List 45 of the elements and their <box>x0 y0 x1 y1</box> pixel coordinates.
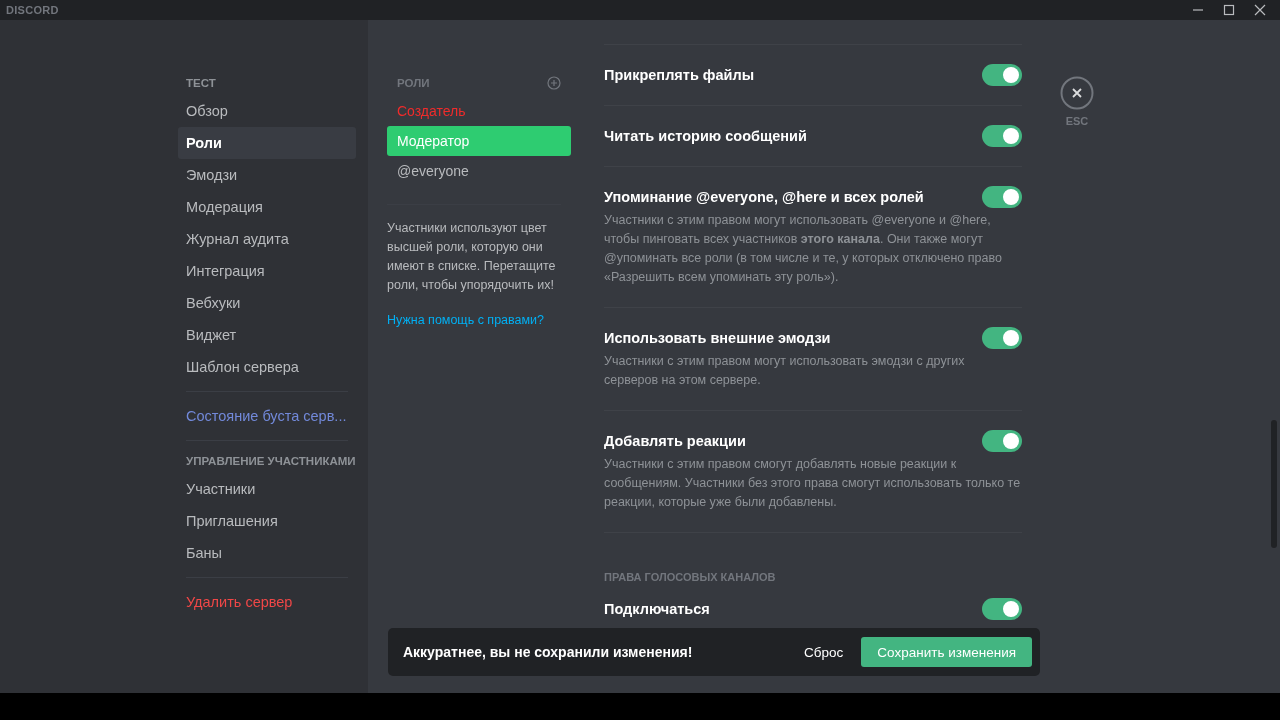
roles-header: РОЛИ <box>397 77 430 89</box>
maximize-icon[interactable] <box>1223 4 1235 16</box>
permission-title: Читать историю сообщений <box>604 128 807 144</box>
esc-label: ESC <box>1065 115 1089 127</box>
permission-description: Участники с этим правом могут использовать эмодзи с других серверов на этом сервере. <box>604 353 966 389</box>
sidebar-item[interactable]: Журнал аудита <box>178 223 356 255</box>
toggle-switch[interactable] <box>982 430 1022 452</box>
help-link[interactable]: Нужна помощь с правами? <box>387 311 545 330</box>
toggle-switch[interactable] <box>982 125 1022 147</box>
sidebar-item[interactable]: Шаблон сервера <box>178 351 356 383</box>
permission-title: Добавлять реакции <box>604 433 746 449</box>
close-icon[interactable] <box>1254 4 1266 16</box>
sidebar-item[interactable]: Роли <box>178 127 356 159</box>
reset-button[interactable]: Сброс <box>792 638 856 666</box>
permission-description: Участники с этим правом смогут добавлять новые реакции к сообщениям. Участники без этого права смогут использовать только те реакции, которые уже были добавлены. <box>604 456 1022 511</box>
sidebar-item[interactable]: Участники <box>178 473 356 505</box>
unsaved-message: Аккуратнее, вы не сохранили изменения! <box>403 644 694 660</box>
window-title: DISCORD <box>6 4 59 16</box>
section-header: УПРАВЛЕНИЕ УЧАСТНИКАМИ <box>185 454 356 469</box>
section-header: ПРАВА ГОЛОСОВЫХ КАНАЛОВ <box>604 532 1022 599</box>
sidebar-item[interactable]: Вебхуки <box>178 287 356 319</box>
toggle-switch[interactable] <box>982 186 1022 208</box>
sidebar-item[interactable]: Виджет <box>178 319 356 351</box>
sidebar-item[interactable]: Обзор <box>178 95 356 127</box>
sidebar-item[interactable]: Модерация <box>178 191 356 223</box>
sidebar-item[interactable]: Состояние буста серв... <box>178 400 356 432</box>
sidebar-item[interactable]: Баны <box>178 537 356 569</box>
sidebar-item[interactable]: Приглашения <box>178 505 356 537</box>
toggle-switch[interactable] <box>982 598 1022 620</box>
permission-description: Участники с этим правом могут использовать @everyone и @here, чтобы пинговать всех участников этого канала. Они также могут @упоминать все роли (в том числе и те, у которых отключено право «Разрешить всем упоминать эту роль»). <box>604 212 1003 286</box>
sidebar-item[interactable]: Интеграция <box>178 255 356 287</box>
role-item[interactable]: @everyone <box>387 156 571 186</box>
permission-title: Подключаться <box>604 601 710 617</box>
section-header: ТЕСТ <box>185 76 217 91</box>
close-icon[interactable] <box>1060 76 1094 110</box>
permission-title: Использовать внешние эмодзи <box>604 330 831 346</box>
sidebar-item[interactable]: Удалить сервер <box>178 586 356 618</box>
toggle-switch[interactable] <box>982 327 1022 349</box>
add-icon[interactable] <box>547 76 561 90</box>
roles-description: Участники используют цвет высшей роли, которую они имеют в списке. Перетащите роли, чтобы упорядочить их! <box>387 220 557 294</box>
toggle-switch[interactable] <box>982 64 1022 86</box>
sidebar-item[interactable]: Эмодзи <box>178 159 356 191</box>
permission-title: Упоминание @everyone, @here и всех ролей <box>604 189 924 205</box>
permission-title: Прикреплять файлы <box>604 67 755 83</box>
scrollbar[interactable] <box>1271 420 1277 548</box>
